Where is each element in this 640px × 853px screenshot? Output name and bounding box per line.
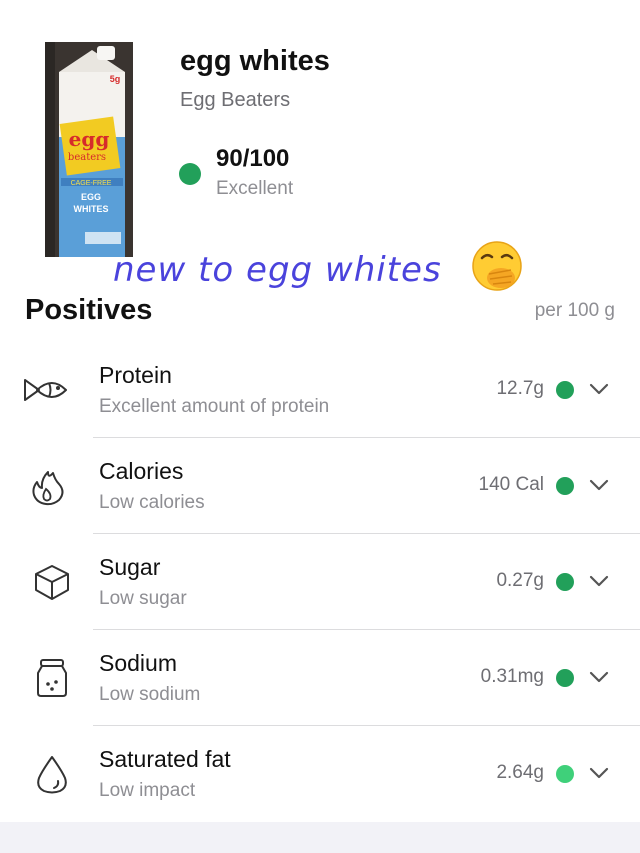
nutrient-description: Low impact — [99, 780, 196, 801]
nutrient-description: Low sugar — [99, 588, 187, 609]
nutrient-name: Sugar — [99, 554, 161, 580]
fish-icon — [22, 370, 70, 410]
status-dot — [556, 669, 574, 687]
nutrient-description: Low calories — [99, 492, 205, 513]
svg-text:egg: egg — [69, 127, 110, 151]
chevron-down-icon[interactable] — [588, 669, 610, 685]
handwritten-caption: new to egg whites — [113, 250, 442, 290]
nutrient-value: 2.64g — [496, 762, 544, 783]
svg-text:beaters: beaters — [68, 152, 106, 163]
status-dot — [556, 477, 574, 495]
svg-text:CAGE-FREE: CAGE-FREE — [71, 180, 112, 187]
bottom-section-background — [0, 822, 640, 853]
nutrient-row-sodium[interactable]: Sodium Low sodium 0.31mg — [0, 630, 640, 726]
status-dot — [556, 765, 574, 783]
nutrient-row-calories[interactable]: Calories Low calories 140 Cal — [0, 438, 640, 534]
product-name: egg whites — [180, 45, 330, 77]
chevron-down-icon[interactable] — [588, 477, 610, 493]
product-brand: Egg Beaters — [180, 89, 291, 111]
score-indicator-dot — [179, 163, 201, 185]
face-with-hand-over-mouth-emoji — [471, 240, 523, 292]
nutrient-row-saturated-fat[interactable]: Saturated fat Low impact 2.64g — [0, 726, 640, 822]
nutrient-name: Protein — [99, 362, 172, 388]
nutrient-row-protein[interactable]: Protein Excellent amount of protein 12.7… — [0, 342, 640, 438]
chevron-down-icon[interactable] — [588, 573, 610, 589]
status-dot — [556, 573, 574, 591]
chevron-down-icon[interactable] — [588, 765, 610, 781]
flame-icon — [22, 466, 70, 506]
salt-shaker-icon — [22, 658, 70, 698]
per-unit-label: per 100 g — [534, 300, 615, 321]
nutrient-description: Excellent amount of protein — [99, 396, 330, 417]
chevron-down-icon[interactable] — [588, 381, 610, 397]
nutrient-value: 140 Cal — [478, 474, 545, 495]
nutrient-name: Saturated fat — [99, 746, 231, 772]
nutrient-value: 0.31mg — [480, 666, 544, 687]
drop-icon — [22, 754, 70, 794]
cube-icon — [22, 562, 70, 602]
nutrient-list: Protein Excellent amount of protein 12.7… — [0, 342, 640, 822]
nutrient-value: 0.27g — [496, 570, 544, 591]
score-label: Excellent — [216, 178, 294, 199]
section-title: Positives — [25, 294, 153, 326]
egg-beaters-carton-photo: egg beaters CAGE-FREE EGG WHITES 5g — [45, 42, 133, 257]
nutrient-value: 12.7g — [496, 378, 544, 399]
nutrient-row-sugar[interactable]: Sugar Low sugar 0.27g — [0, 534, 640, 630]
svg-text:EGG: EGG — [81, 192, 101, 202]
score-value: 90/100 — [216, 145, 290, 172]
nutrient-name: Sodium — [99, 650, 177, 676]
svg-text:5g: 5g — [110, 74, 121, 84]
svg-text:WHITES: WHITES — [74, 204, 109, 214]
status-dot — [556, 381, 574, 399]
nutrient-name: Calories — [99, 458, 184, 484]
nutrient-description: Low sodium — [99, 684, 201, 705]
product-image[interactable]: egg beaters CAGE-FREE EGG WHITES 5g — [45, 42, 133, 257]
